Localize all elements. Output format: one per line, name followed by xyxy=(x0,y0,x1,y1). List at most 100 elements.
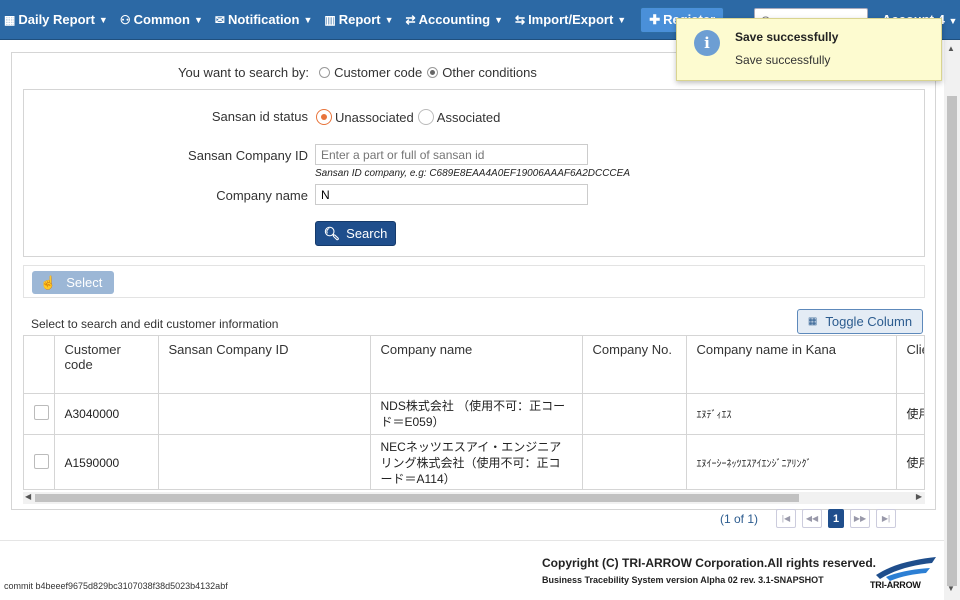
associated-label[interactable]: Associated xyxy=(437,110,501,125)
sansan-company-id-label: Sansan Company ID xyxy=(188,148,308,163)
page-vertical-scrollbar[interactable]: ▲ ▼ xyxy=(944,40,960,600)
info-icon: i xyxy=(694,30,720,56)
envelope-icon: ✉ xyxy=(214,12,225,27)
header-company-name-kana[interactable]: Company name in Kana xyxy=(686,336,897,394)
nav-accounting[interactable]: ⇄ Accounting ▼ xyxy=(406,12,503,27)
search-button-label: Search xyxy=(346,226,388,241)
table-icon: ▦ xyxy=(807,316,818,327)
copyright-text: Copyright (C) TRI-ARROW Corporation.All … xyxy=(542,556,877,570)
cell-company-no xyxy=(582,434,687,489)
page-scrollbar-thumb[interactable] xyxy=(947,96,957,586)
sansan-id-hint: Sansan ID company, e.g: C689E8EAA4A0EF19… xyxy=(315,168,630,179)
nav-accounting-label: Accounting xyxy=(418,12,491,27)
scroll-up-icon[interactable]: ▲ xyxy=(947,44,955,53)
header-client[interactable]: Clie xyxy=(896,336,924,394)
list-title: Select to search and edit customer infor… xyxy=(31,317,279,331)
caret-down-icon: ▼ xyxy=(303,14,313,25)
unassociated-label[interactable]: Unassociated xyxy=(335,110,414,125)
footer-divider xyxy=(0,540,944,541)
table-row[interactable]: A1590000 NECネッツエスアイ・エンジニアリング株式会社（使用不可：正コ… xyxy=(24,434,924,489)
last-page-icon[interactable]: ▶| xyxy=(876,509,897,528)
prev-page-icon[interactable]: ◀◀ xyxy=(802,509,823,528)
header-company-no[interactable]: Company No. xyxy=(582,336,687,394)
sansan-company-id-input[interactable] xyxy=(315,144,588,165)
cell-company-kana: ｴﾇﾃﾞｨｴｽ xyxy=(686,393,897,435)
select-button[interactable]: ☝ Select xyxy=(32,271,114,294)
commit-hash: commit b4beeef9675d829bc3107038f38d5023b… xyxy=(4,581,228,591)
customer-table: Customer code Sansan Company ID Company … xyxy=(23,335,925,490)
hand-pointer-icon: ☝ xyxy=(40,274,57,290)
conditions-box: Sansan id status Unassociated Associated… xyxy=(23,89,925,257)
transfer-icon: ⇆ xyxy=(515,12,526,27)
nav-notification-label: Notification xyxy=(227,12,300,27)
nav-import-export-label: Import/Export xyxy=(528,12,614,27)
header-customer-code[interactable]: Customer code xyxy=(54,336,159,394)
scroll-left-icon[interactable]: ◀ xyxy=(25,492,31,501)
radio-unassociated[interactable] xyxy=(316,109,332,125)
cell-client: 使用 xyxy=(896,434,924,489)
header-company-name[interactable]: Company name xyxy=(370,336,583,394)
caret-down-icon: ▼ xyxy=(494,14,503,25)
customer-code-option-label[interactable]: Customer code xyxy=(334,65,422,80)
cell-customer-code: A1590000 xyxy=(54,434,159,489)
company-name-input[interactable] xyxy=(315,184,588,205)
nav-common[interactable]: ⚇ Common ▼ xyxy=(120,12,203,27)
radio-associated[interactable] xyxy=(417,109,434,125)
search-panel: You want to search by: Customer code Oth… xyxy=(11,52,936,510)
select-toolbar: ☝ Select xyxy=(23,265,925,298)
header-checkbox-col xyxy=(24,336,55,394)
toast-message: Save successfully xyxy=(735,53,831,67)
first-page-icon[interactable]: |◀ xyxy=(776,509,797,528)
row-checkbox-cell xyxy=(24,393,55,435)
paginator: (1 of 1) |◀ ◀◀ 1 ▶▶ ▶| xyxy=(720,509,902,528)
nav-report[interactable]: ▥ Report ▼ xyxy=(324,12,393,27)
row-checkbox-cell xyxy=(24,434,55,489)
search-by-label: You want to search by: xyxy=(178,65,310,80)
row-checkbox[interactable] xyxy=(34,453,49,469)
caret-down-icon: ▼ xyxy=(98,14,108,25)
nav-notification[interactable]: ✉ Notification ▼ xyxy=(215,12,312,27)
row-checkbox[interactable] xyxy=(34,404,49,420)
scroll-down-icon[interactable]: ▼ xyxy=(947,584,955,593)
company-name-label: Company name xyxy=(216,188,308,203)
table-row[interactable]: A3040000 NDS株式会社 （使用不可：正コード＝E059） ｴﾇﾃﾞｨｴ… xyxy=(24,393,924,435)
logo-text: TRI-ARROW xyxy=(870,580,921,590)
page-number-button[interactable]: 1 xyxy=(828,509,845,528)
select-button-label: Select xyxy=(66,275,103,290)
table-horizontal-scrollbar[interactable]: ◀ ▶ xyxy=(23,492,925,504)
nav-report-label: Report xyxy=(338,12,381,27)
cell-customer-code: A3040000 xyxy=(54,393,159,435)
radio-customer-code[interactable] xyxy=(319,67,331,78)
cell-client: 使用 xyxy=(896,393,924,435)
sansan-status-group: Unassociated Associated xyxy=(316,109,500,125)
toast-title: Save successfully xyxy=(735,30,839,44)
page-info: (1 of 1) xyxy=(720,511,759,526)
header-sansan-company-id[interactable]: Sansan Company ID xyxy=(158,336,371,394)
scrollbar-thumb[interactable] xyxy=(35,494,799,502)
nav-daily-report[interactable]: ▦ Daily Report ▼ xyxy=(4,12,108,27)
bar-chart-icon: ▥ xyxy=(324,12,336,27)
toggle-column-button[interactable]: ▦ Toggle Column xyxy=(797,309,923,334)
scroll-right-icon[interactable]: ▶ xyxy=(916,492,922,501)
nav-daily-report-label: Daily Report xyxy=(18,12,95,27)
cell-company-name: NDS株式会社 （使用不可：正コード＝E059） xyxy=(370,393,583,435)
search-by-row: You want to search by: Customer code Oth… xyxy=(178,65,537,80)
table-header-row: Customer code Sansan Company ID Company … xyxy=(24,336,924,394)
sansan-status-label: Sansan id status xyxy=(211,109,308,124)
cell-sansan-id xyxy=(158,434,371,489)
save-toast[interactable]: i Save successfully Save successfully xyxy=(676,18,942,81)
caret-down-icon: ▼ xyxy=(617,14,627,25)
caret-down-icon: ▼ xyxy=(193,14,203,25)
nav-import-export[interactable]: ⇆ Import/Export ▼ xyxy=(515,12,626,27)
next-page-icon[interactable]: ▶▶ xyxy=(850,509,871,528)
radio-other-conditions[interactable] xyxy=(427,67,439,78)
cell-sansan-id xyxy=(158,393,371,435)
exchange-icon: ⇄ xyxy=(405,12,416,27)
other-conditions-option-label[interactable]: Other conditions xyxy=(442,65,537,80)
cell-company-kana: ｴﾇｲｰｼｰﾈｯﾂｴｽｱｲｴﾝｼﾞﾆｱﾘﾝｸﾞ xyxy=(686,434,897,489)
version-text: Business Tracebility System version Alph… xyxy=(542,575,824,585)
nav-common-label: Common xyxy=(133,12,190,27)
caret-down-icon: ▼ xyxy=(948,16,958,26)
search-button[interactable]: 🔍︎ Search xyxy=(315,221,396,246)
users-icon: ⚇ xyxy=(119,12,131,27)
